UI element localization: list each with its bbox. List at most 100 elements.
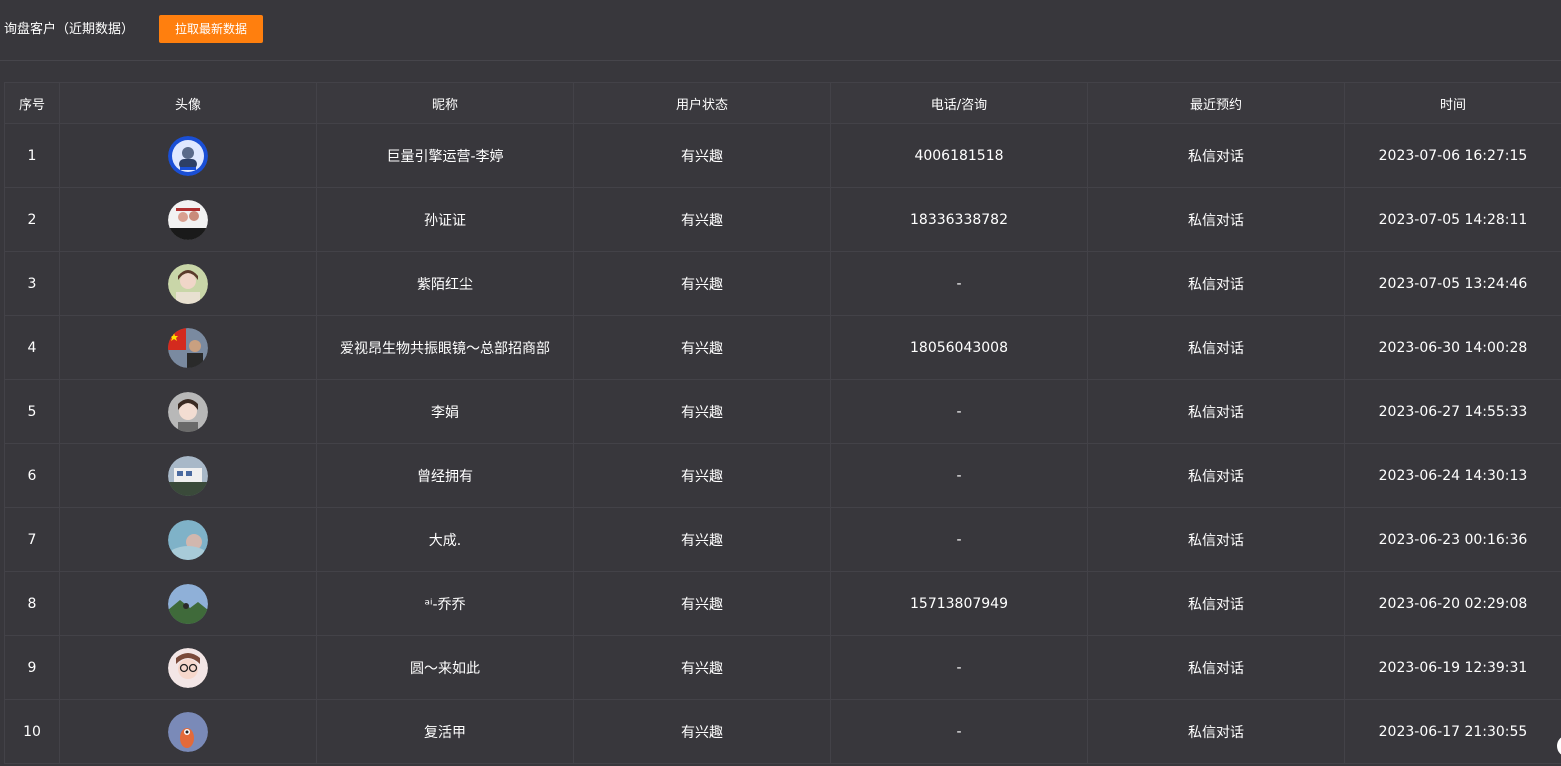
table-row[interactable]: 1 巨量引擎运营-李婷 有兴趣 4006181518 私信对话 2023-07-06 16… [4,123,1561,188]
row-user-status: 有兴趣 [573,699,831,764]
avatar[interactable] [168,327,208,368]
row-user-status: 有兴趣 [573,379,831,444]
row-user-status: 有兴趣 [573,315,831,380]
page-title: 询盘客户（近期数据） [4,22,135,37]
avatar[interactable] [168,647,208,688]
row-time: 2023-06-30 14:00:28 [1344,315,1561,380]
row-recent-booking: 私信对话 [1087,187,1345,252]
row-recent-booking: 私信对话 [1087,571,1345,636]
header-recent-booking: 最近预约 [1087,82,1345,124]
row-phone: - [830,251,1088,316]
header-index: 序号 [4,82,60,124]
avatar[interactable] [168,519,208,560]
table-row[interactable]: 9 圆～来如此 有兴趣 - 私信对话 2023-06-19 12:39:31 [4,635,1561,700]
table-row[interactable]: 5 李娟 有兴趣 - 私信对话 2023-06-27 14:55:33 [4,379,1561,444]
row-index: 2 [4,187,60,252]
row-index: 9 [4,635,60,700]
row-avatar-cell [59,315,317,380]
table-row[interactable]: 8 ᵃⁱ-乔乔 有兴趣 15713807949 私信对话 2023-06-20 02:29… [4,571,1561,636]
avatar[interactable] [168,391,208,432]
row-nickname: 大成. [316,507,574,572]
table-row[interactable]: 3 紫陌红尘 有兴趣 - 私信对话 2023-07-05 13:24:46 [4,251,1561,316]
table-row[interactable]: 6 曾经拥有 有兴趣 - 私信对话 2023-06-24 14:30:13 [4,443,1561,508]
row-avatar-cell [59,507,317,572]
row-time: 2023-07-06 16:27:15 [1344,123,1561,188]
row-phone: - [830,443,1088,508]
avatar[interactable] [168,711,208,752]
customer-table-container: 序号 头像 昵称 用户状态 电话/咨询 最近预约 时间 1 巨量引擎运营-李婷 有兴… [4,82,1561,764]
row-index: 7 [4,507,60,572]
fetch-latest-data-button[interactable]: 拉取最新数据 [159,15,263,43]
toolbar: 询盘客户（近期数据） 拉取最新数据 [0,0,1561,61]
row-phone: - [830,507,1088,572]
row-time: 2023-06-27 14:55:33 [1344,379,1561,444]
row-nickname: 圆～来如此 [316,635,574,700]
header-nickname: 昵称 [316,82,574,124]
header-time: 时间 [1344,82,1561,124]
table-body: 1 巨量引擎运营-李婷 有兴趣 4006181518 私信对话 2023-07-06 16… [4,123,1561,764]
avatar[interactable] [168,135,208,176]
row-phone: - [830,635,1088,700]
row-avatar-cell [59,443,317,508]
avatar[interactable] [168,455,208,496]
table-row[interactable]: 10 复活甲 有兴趣 - 私信对话 2023-06-17 21:30:55 [4,699,1561,764]
row-user-status: 有兴趣 [573,507,831,572]
row-recent-booking: 私信对话 [1087,635,1345,700]
row-recent-booking: 私信对话 [1087,123,1345,188]
row-time: 2023-06-24 14:30:13 [1344,443,1561,508]
row-time: 2023-06-17 21:30:55 [1344,699,1561,764]
row-index: 4 [4,315,60,380]
table-row[interactable]: 4 爱视昂生物共振眼镜～总部招商部 有兴趣 18056043008 私信对话 2023-0… [4,315,1561,380]
row-user-status: 有兴趣 [573,251,831,316]
row-user-status: 有兴趣 [573,443,831,508]
row-user-status: 有兴趣 [573,123,831,188]
row-phone: 15713807949 [830,571,1088,636]
row-recent-booking: 私信对话 [1087,443,1345,508]
row-time: 2023-06-20 02:29:08 [1344,571,1561,636]
header-row: 序号 头像 昵称 用户状态 电话/咨询 最近预约 时间 [4,82,1561,124]
table-row[interactable]: 7 大成. 有兴趣 - 私信对话 2023-06-23 00:16:36 [4,507,1561,572]
row-index: 3 [4,251,60,316]
row-nickname: 曾经拥有 [316,443,574,508]
row-recent-booking: 私信对话 [1087,315,1345,380]
row-time: 2023-07-05 14:28:11 [1344,187,1561,252]
row-recent-booking: 私信对话 [1087,251,1345,316]
row-avatar-cell [59,635,317,700]
row-avatar-cell [59,187,317,252]
row-index: 6 [4,443,60,508]
row-nickname: 紫陌红尘 [316,251,574,316]
row-nickname: 孙证证 [316,187,574,252]
row-index: 5 [4,379,60,444]
row-phone: - [830,379,1088,444]
row-avatar-cell [59,123,317,188]
row-index: 8 [4,571,60,636]
row-nickname: ᵃⁱ-乔乔 [316,571,574,636]
row-user-status: 有兴趣 [573,571,831,636]
header-phone: 电话/咨询 [830,82,1088,124]
avatar[interactable] [168,199,208,240]
table-row[interactable]: 2 孙证证 有兴趣 18336338782 私信对话 2023-07-05 14:28:1… [4,187,1561,252]
header-avatar: 头像 [59,82,317,124]
row-avatar-cell [59,571,317,636]
row-phone: 18336338782 [830,187,1088,252]
row-nickname: 复活甲 [316,699,574,764]
row-index: 10 [4,699,60,764]
row-nickname: 巨量引擎运营-李婷 [316,123,574,188]
row-avatar-cell [59,699,317,764]
row-nickname: 爱视昂生物共振眼镜～总部招商部 [316,315,574,380]
avatar[interactable] [168,583,208,624]
row-time: 2023-06-23 00:16:36 [1344,507,1561,572]
row-recent-booking: 私信对话 [1087,507,1345,572]
header-user-status: 用户状态 [573,82,831,124]
row-time: 2023-06-19 12:39:31 [1344,635,1561,700]
row-user-status: 有兴趣 [573,187,831,252]
avatar[interactable] [168,263,208,304]
row-phone: 4006181518 [830,123,1088,188]
inquiry-customers-page: 询盘客户（近期数据） 拉取最新数据 序号 头像 昵称 用户状态 电话/咨询 最近… [0,0,1561,766]
row-phone: - [830,699,1088,764]
row-time: 2023-07-05 13:24:46 [1344,251,1561,316]
row-index: 1 [4,123,60,188]
row-user-status: 有兴趣 [573,635,831,700]
row-recent-booking: 私信对话 [1087,379,1345,444]
customer-table: 序号 头像 昵称 用户状态 电话/咨询 最近预约 时间 1 巨量引擎运营-李婷 有兴… [4,82,1561,764]
